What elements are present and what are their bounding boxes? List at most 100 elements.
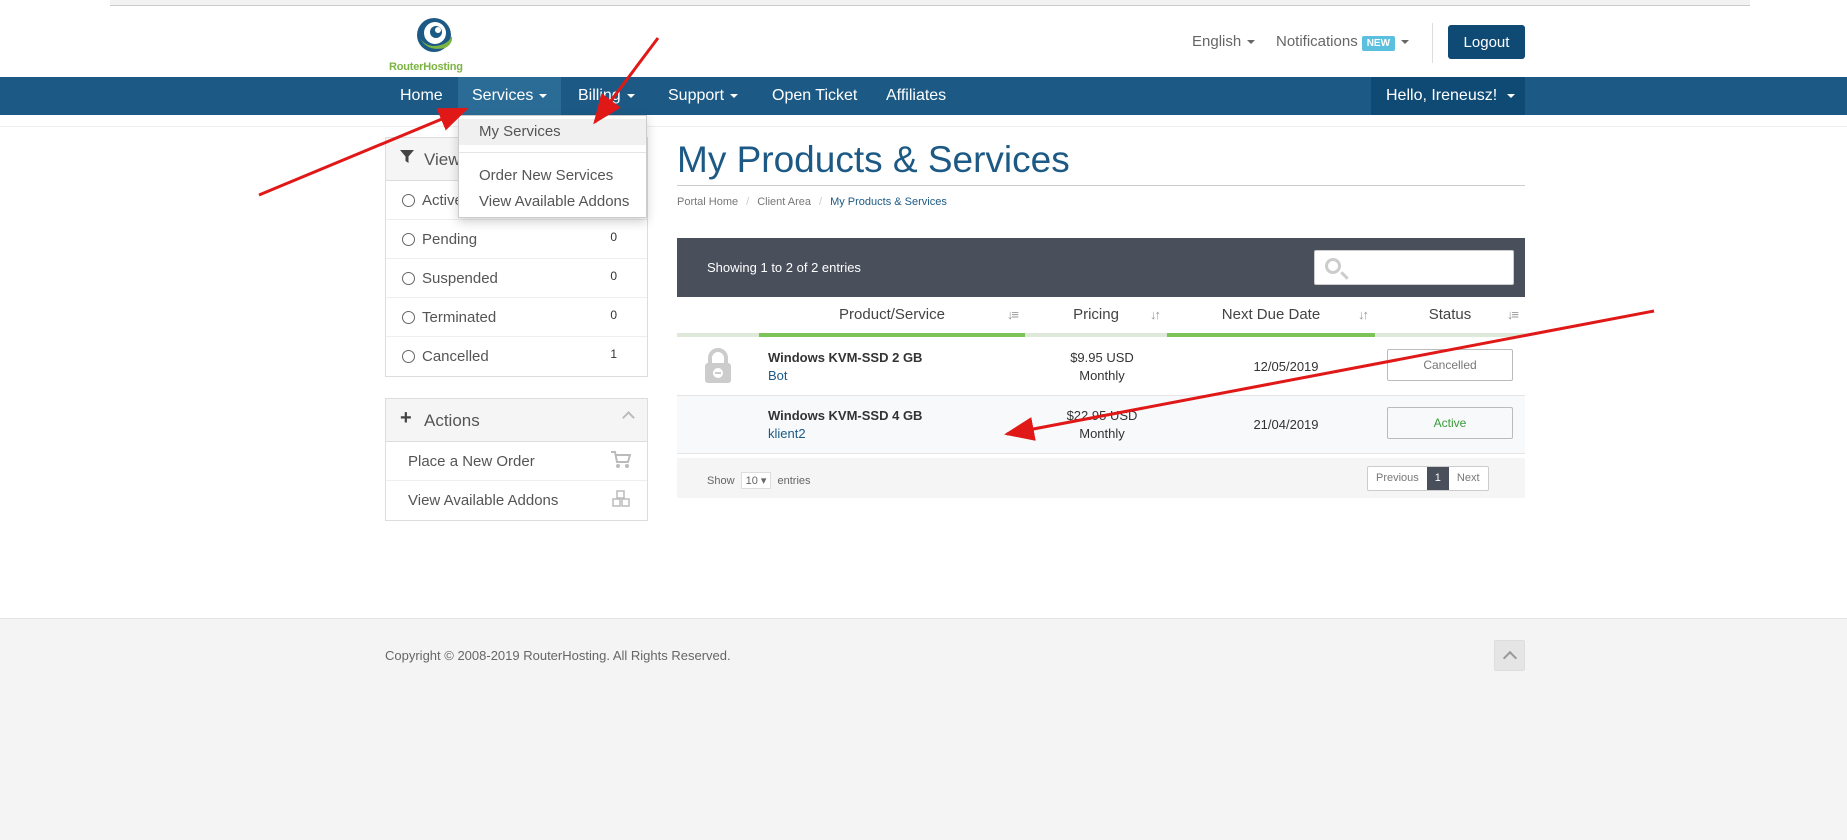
pagination-page[interactable]: 1 bbox=[1426, 467, 1449, 490]
actions-panel-header[interactable]: + Actions bbox=[386, 399, 647, 442]
table-row[interactable]: Windows KVM-SSD 4 GB klient2 $22.95 USD M… bbox=[677, 396, 1525, 454]
nav-support-label: Support bbox=[668, 87, 725, 104]
column-header-label: Product/Service bbox=[839, 306, 945, 323]
filter-label: Pending bbox=[422, 231, 478, 248]
table-row[interactable]: Windows KVM-SSD 2 GB Bot $9.95 USD Monthl… bbox=[677, 338, 1525, 396]
filter-cancelled[interactable]: Cancelled 1 bbox=[386, 337, 647, 376]
lock-icon bbox=[705, 348, 731, 383]
action-label: View Available Addons bbox=[408, 492, 559, 509]
column-header-label: Pricing bbox=[1073, 306, 1119, 323]
breadcrumb-portal-home[interactable]: Portal Home bbox=[677, 196, 738, 208]
filter-label: Active bbox=[422, 192, 463, 209]
logo[interactable]: RouterHosting bbox=[389, 16, 481, 74]
radio-icon bbox=[402, 311, 415, 324]
nav-affiliates[interactable]: Affiliates bbox=[886, 77, 946, 115]
radio-icon bbox=[402, 350, 415, 363]
table-footer: Show 10 ▾ entries Previous 1 Next bbox=[677, 458, 1525, 498]
actions-panel-title: Actions bbox=[424, 411, 480, 430]
column-header-label: Next Due Date bbox=[1221, 306, 1321, 323]
filter-suspended[interactable]: Suspended 0 bbox=[386, 259, 647, 298]
product-name: Windows KVM-SSD 2 GB bbox=[768, 350, 923, 365]
next-due-date: 12/05/2019 bbox=[1253, 359, 1319, 374]
filter-count: 0 bbox=[610, 269, 617, 283]
column-header-next-due-date[interactable]: Next Due Date ↓↑ bbox=[1167, 297, 1375, 337]
filter-icon bbox=[400, 150, 414, 169]
billing-cycle: Monthly bbox=[1079, 426, 1125, 441]
menu-item-my-services[interactable]: My Services bbox=[459, 119, 646, 145]
column-header-status[interactable]: Status ↓≡ bbox=[1375, 297, 1525, 337]
product-label-link[interactable]: klient2 bbox=[768, 426, 806, 441]
plus-icon: + bbox=[400, 407, 412, 429]
language-label: English bbox=[1192, 33, 1242, 50]
filter-terminated[interactable]: Terminated 0 bbox=[386, 298, 647, 337]
language-dropdown[interactable]: English bbox=[1192, 33, 1256, 50]
action-label: Place a New Order bbox=[408, 453, 535, 470]
action-place-new-order[interactable]: Place a New Order bbox=[386, 442, 647, 481]
status-badge: Active bbox=[1387, 407, 1513, 439]
action-view-available-addons[interactable]: View Available Addons bbox=[386, 481, 647, 520]
column-header-pricing[interactable]: Pricing ↓↑ bbox=[1025, 297, 1167, 337]
pagination-next[interactable]: Next bbox=[1449, 467, 1488, 490]
table-info: Showing 1 to 2 of 2 entries bbox=[707, 260, 861, 275]
site-header: RouterHosting English Notifications NEW L… bbox=[0, 7, 1847, 76]
nav-services[interactable]: Services bbox=[458, 77, 562, 115]
logout-button[interactable]: Logout bbox=[1448, 25, 1525, 59]
column-header-icon bbox=[677, 297, 759, 337]
product-name: Windows KVM-SSD 4 GB bbox=[768, 408, 923, 423]
page-title: My Products & Services bbox=[677, 139, 1070, 180]
notifications-dropdown[interactable]: Notifications NEW bbox=[1276, 33, 1410, 51]
nav-support[interactable]: Support bbox=[668, 77, 739, 115]
user-greeting: Hello, Ireneusz! bbox=[1386, 87, 1498, 104]
chevron-down-icon bbox=[1247, 40, 1256, 45]
filter-count: 0 bbox=[610, 230, 617, 244]
user-menu[interactable]: Hello, Ireneusz! bbox=[1371, 77, 1525, 115]
page-length-label: Show bbox=[707, 475, 735, 487]
column-header-product[interactable]: Product/Service ↓≡ bbox=[759, 297, 1025, 337]
table-toolbar: Showing 1 to 2 of 2 entries bbox=[677, 238, 1525, 297]
status-badge: Cancelled bbox=[1387, 349, 1513, 381]
nav-billing[interactable]: Billing bbox=[578, 77, 635, 115]
table-search-input[interactable] bbox=[1314, 250, 1514, 285]
nav-home-label: Home bbox=[400, 87, 443, 104]
copyright-text: Copyright © 2008-2019 RouterHosting. All… bbox=[385, 648, 731, 663]
chevron-up-icon[interactable] bbox=[622, 411, 635, 424]
services-dropdown-menu: My Services Order New Services View Avai… bbox=[458, 115, 647, 218]
breadcrumb-current: My Products & Services bbox=[830, 196, 947, 208]
pagination: Previous 1 Next bbox=[1367, 466, 1489, 491]
browser-top-edge bbox=[110, 0, 1750, 6]
product-label-link[interactable]: Bot bbox=[768, 368, 788, 383]
cubes-icon bbox=[611, 490, 631, 508]
notifications-label: Notifications bbox=[1276, 33, 1358, 50]
menu-divider bbox=[459, 152, 646, 153]
menu-item-view-available-addons[interactable]: View Available Addons bbox=[459, 189, 646, 215]
main-navbar: Home Services Billing Support Open Ticke… bbox=[0, 77, 1847, 115]
radio-icon bbox=[402, 272, 415, 285]
nav-open-ticket[interactable]: Open Ticket bbox=[772, 77, 857, 115]
filter-label: Terminated bbox=[422, 309, 497, 326]
nav-spacer bbox=[0, 115, 1847, 127]
chevron-down-icon bbox=[1507, 93, 1516, 98]
filter-label: Cancelled bbox=[422, 348, 489, 365]
billing-cycle: Monthly bbox=[1079, 368, 1125, 383]
nav-home[interactable]: Home bbox=[400, 77, 443, 115]
view-panel-title: View bbox=[424, 150, 461, 169]
breadcrumb-separator: / bbox=[819, 196, 823, 208]
title-divider bbox=[677, 185, 1525, 186]
site-footer: Copyright © 2008-2019 RouterHosting. All… bbox=[0, 618, 1847, 840]
menu-item-order-new-services[interactable]: Order New Services bbox=[459, 163, 646, 189]
search-icon bbox=[1325, 258, 1341, 274]
sort-icon: ↓↑ bbox=[1150, 307, 1161, 322]
filter-pending[interactable]: Pending 0 bbox=[386, 220, 647, 259]
radio-icon bbox=[402, 194, 415, 207]
radio-icon bbox=[402, 233, 415, 246]
pagination-previous[interactable]: Previous bbox=[1368, 467, 1427, 490]
pricing-cell: $9.95 USD Monthly bbox=[1017, 349, 1187, 385]
back-to-top-button[interactable] bbox=[1494, 640, 1525, 671]
sort-asc-icon: ↓≡ bbox=[1506, 307, 1519, 322]
page-length-suffix: entries bbox=[777, 475, 811, 487]
breadcrumb-client-area[interactable]: Client Area bbox=[757, 196, 811, 208]
pricing-cell: $22.95 USD Monthly bbox=[1017, 407, 1187, 443]
nav-open-ticket-label: Open Ticket bbox=[772, 87, 858, 104]
page-length-select[interactable]: 10 ▾ bbox=[740, 472, 772, 489]
cart-icon bbox=[611, 451, 632, 469]
